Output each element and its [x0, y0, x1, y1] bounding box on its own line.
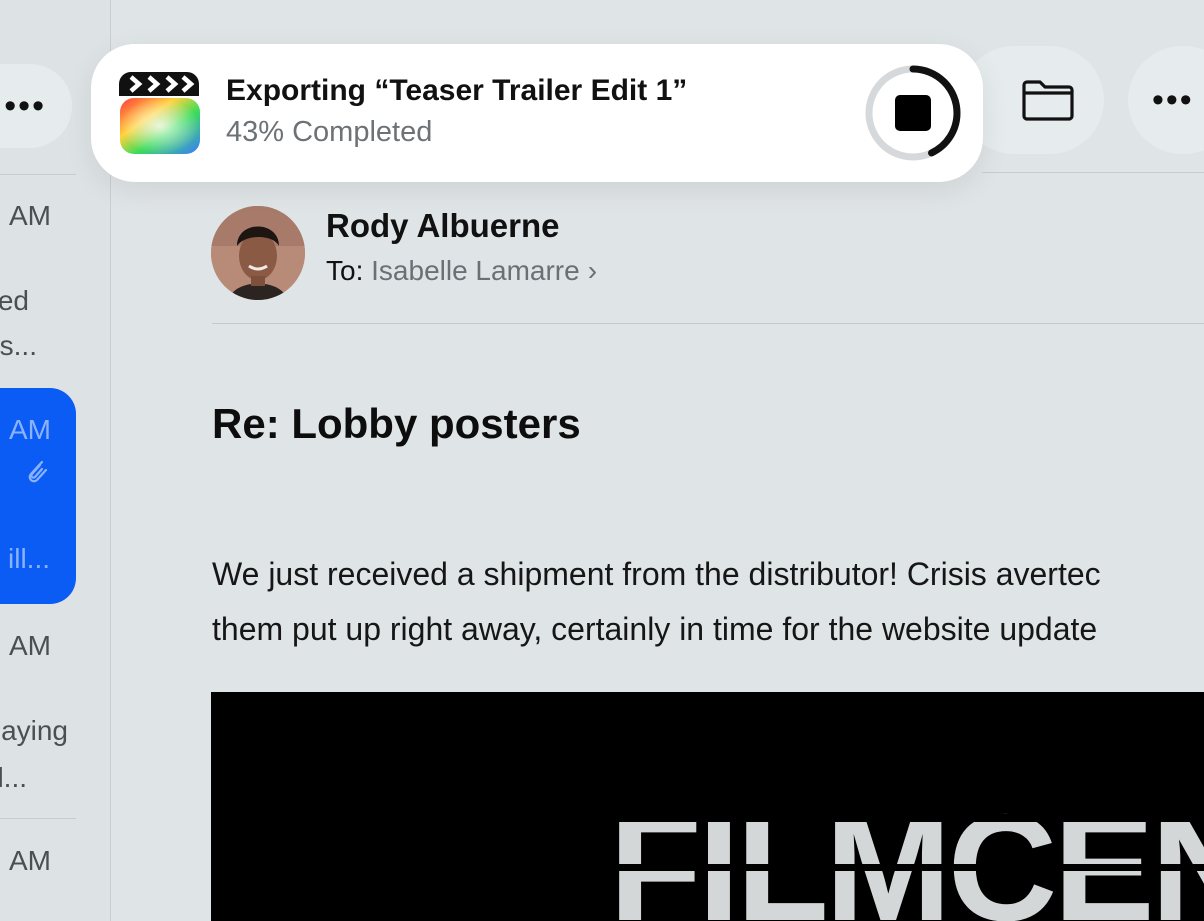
list-item-snippet: ed — [0, 285, 29, 316]
poster-artwork: FILMCENTE — [609, 783, 1204, 921]
export-progress-notification[interactable]: Exporting “Teaser Trailer Edit 1” 43% Co… — [91, 44, 983, 182]
poster-title: FILMCENTE — [609, 783, 1204, 921]
list-item-time: AM — [9, 200, 51, 231]
list-item-time: AM — [9, 845, 51, 876]
list-divider — [0, 818, 76, 819]
stop-export-button[interactable] — [861, 61, 965, 165]
message-body-line: them put up right away, certainly in tim… — [212, 611, 1098, 647]
final-cut-clapper-icon — [119, 72, 200, 154]
header-divider — [212, 323, 1204, 324]
recipient-name[interactable]: Isabelle Lamarre — [371, 255, 580, 286]
paperclip-icon — [28, 460, 48, 483]
more-button[interactable]: ••• — [1128, 46, 1204, 154]
stop-icon — [895, 95, 931, 131]
list-more-button[interactable]: ••• — [0, 64, 72, 148]
list-item-snippet: ill... — [8, 543, 50, 574]
list-item-time: AM — [9, 630, 51, 661]
message-subject: Re: Lobby posters — [212, 400, 581, 447]
export-status: 43% Completed — [226, 116, 433, 148]
list-divider — [0, 174, 76, 175]
folder-icon — [1022, 80, 1074, 121]
avatar[interactable] — [211, 206, 305, 300]
more-icon: ••• — [1152, 81, 1194, 119]
sender-photo — [211, 206, 305, 300]
chevron-right-icon: › — [587, 255, 598, 286]
export-title: Exporting “Teaser Trailer Edit 1” — [226, 74, 688, 107]
list-item-time: AM — [9, 414, 51, 445]
attached-poster-image[interactable]: FILMCENTE — [211, 692, 1204, 921]
to-label: To: — [326, 255, 364, 286]
message-body-line: We just received a shipment from the dis… — [212, 556, 1101, 592]
list-item-snippet: aying — [1, 715, 68, 746]
more-icon: ••• — [4, 87, 46, 125]
toolbar-divider — [982, 172, 1204, 173]
list-item-snippet: s... — [0, 330, 37, 361]
recipient-line[interactable]: To: Isabelle Lamarre › — [326, 255, 597, 287]
sender-name: Rody Albuerne — [326, 207, 560, 244]
list-item-snippet: l... — [0, 762, 27, 793]
